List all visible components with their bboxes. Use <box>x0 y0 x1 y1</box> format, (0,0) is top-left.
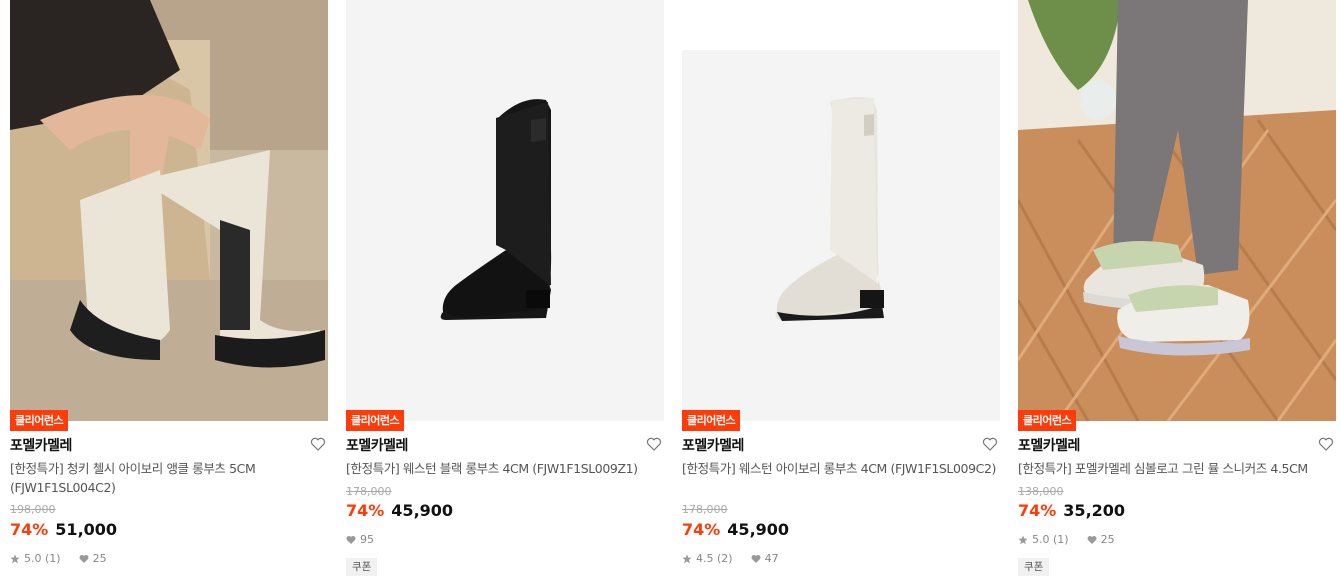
clearance-badge: 클리어런스 <box>682 410 741 431</box>
clearance-badge: 클리어런스 <box>346 410 405 431</box>
product-name[interactable]: [한정특가] 청키 첼시 아이보리 앵클 롱부츠 5CM (FJW1F1SL00… <box>10 459 328 497</box>
product-meta: 95 <box>346 533 374 546</box>
like-count: 47 <box>764 552 779 565</box>
rating-text: 5.0 (1) <box>1032 533 1069 546</box>
original-price: 138,000 <box>1018 485 1064 498</box>
price-line: 74% 51,000 <box>10 520 117 539</box>
coupon-tag: 쿠폰 <box>346 558 378 576</box>
product-name[interactable]: [한정특가] 포멜카멜레 심볼로고 그린 뮬 스니커즈 4.5CM <box>1018 459 1336 478</box>
product-meta: 4.5 (2) 47 <box>682 552 779 565</box>
heart-icon <box>1087 535 1097 544</box>
product-meta: 5.0 (1) 25 <box>1018 533 1115 546</box>
sale-price: 35,200 <box>1063 501 1126 520</box>
like-count: 25 <box>1100 533 1115 546</box>
clearance-badge: 클리어런스 <box>10 410 69 431</box>
like-count: 25 <box>92 552 107 565</box>
price-line: 74% 45,900 <box>346 501 453 520</box>
sale-price: 45,900 <box>727 520 790 539</box>
discount-rate: 74% <box>346 501 385 520</box>
clearance-badge: 클리어런스 <box>1018 410 1077 431</box>
rating-text: 4.5 (2) <box>696 552 733 565</box>
coupon-tag: 쿠폰 <box>1018 558 1050 576</box>
price-line: 74% 45,900 <box>682 520 789 539</box>
like-count: 95 <box>360 533 374 546</box>
product-name[interactable]: [한정특가] 웨스턴 블랙 롱부츠 4CM (FJW1F1SL009Z1) <box>346 459 664 478</box>
wishlist-heart-icon[interactable] <box>646 436 662 452</box>
wishlist-heart-icon[interactable] <box>1318 436 1334 452</box>
sale-price: 45,900 <box>391 501 454 520</box>
wishlist-heart-icon[interactable] <box>982 436 998 452</box>
original-price: 198,000 <box>10 503 56 516</box>
discount-rate: 74% <box>1018 501 1057 520</box>
brand-name[interactable]: 포멜카멜레 <box>346 435 408 455</box>
product-image[interactable] <box>346 0 664 421</box>
product-card[interactable]: 클리어런스 포멜카멜레 [한정특가] 웨스턴 블랙 롱부츠 4CM (FJW1F… <box>346 0 664 576</box>
product-card[interactable]: 클리어런스 포멜카멜레 [한정특가] 웨스턴 아이보리 롱부츠 4CM (FJW… <box>682 0 1000 576</box>
brand-name[interactable]: 포멜카멜레 <box>10 435 72 455</box>
brand-name[interactable]: 포멜카멜레 <box>682 435 744 455</box>
product-image[interactable] <box>1018 0 1336 421</box>
wishlist-heart-icon[interactable] <box>310 436 326 452</box>
sale-price: 51,000 <box>55 520 118 539</box>
star-icon <box>1018 535 1028 544</box>
heart-icon <box>346 535 356 544</box>
product-image[interactable] <box>10 0 328 421</box>
star-icon <box>10 554 20 563</box>
product-image[interactable] <box>682 0 1000 421</box>
product-name[interactable]: [한정특가] 웨스턴 아이보리 롱부츠 4CM (FJW1F1SL009C2) <box>682 459 1000 478</box>
star-icon <box>682 554 692 563</box>
discount-rate: 74% <box>10 520 49 539</box>
original-price: 178,000 <box>346 485 392 498</box>
rating-text: 5.0 (1) <box>24 552 61 565</box>
discount-rate: 74% <box>682 520 721 539</box>
price-line: 74% 35,200 <box>1018 501 1125 520</box>
product-meta: 5.0 (1) 25 <box>10 552 107 565</box>
heart-icon <box>79 554 89 563</box>
original-price: 178,000 <box>682 503 728 516</box>
brand-name[interactable]: 포멜카멜레 <box>1018 435 1080 455</box>
heart-icon <box>751 554 761 563</box>
product-card[interactable]: 클리어런스 포멜카멜레 [한정특가] 청키 첼시 아이보리 앵클 롱부츠 5CM… <box>10 0 328 576</box>
product-card[interactable]: 클리어런스 포멜카멜레 [한정특가] 포멜카멜레 심볼로고 그린 뮬 스니커즈 … <box>1018 0 1336 576</box>
